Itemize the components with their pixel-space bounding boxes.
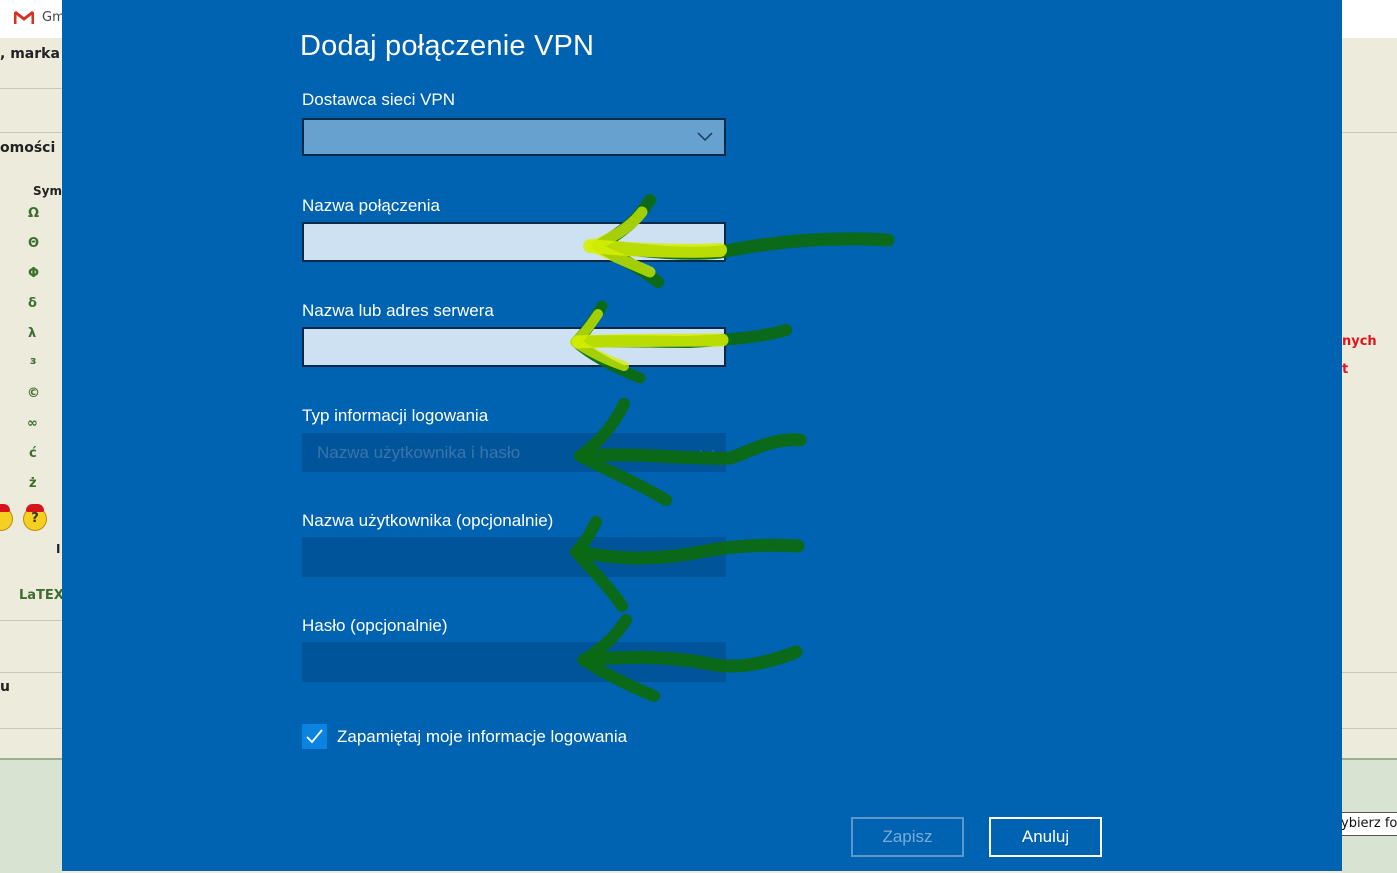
cancel-button[interactable]: Anuluj bbox=[989, 817, 1102, 857]
symbol-item[interactable]: з bbox=[30, 354, 36, 367]
login-type-label: Typ informacji logowania bbox=[302, 406, 489, 425]
emoji-question-icon[interactable]: ? bbox=[23, 504, 47, 531]
divider bbox=[0, 132, 62, 133]
symbol-item[interactable]: δ bbox=[28, 296, 37, 311]
remember-checkbox[interactable] bbox=[302, 724, 327, 749]
background-text: , marka bbox=[0, 46, 60, 62]
server-address-input[interactable] bbox=[302, 327, 726, 367]
symbol-item[interactable]: ż bbox=[29, 476, 37, 491]
connection-name-input[interactable] bbox=[302, 222, 726, 262]
provider-label: Dostawca sieci VPN bbox=[302, 90, 456, 109]
symbol-item[interactable]: λ bbox=[28, 326, 36, 341]
connection-name-label: Nazwa połączenia bbox=[302, 196, 440, 215]
divider bbox=[1342, 672, 1397, 673]
divider bbox=[1342, 728, 1397, 729]
checkmark-icon bbox=[306, 729, 323, 744]
symbols-header: Sym bbox=[33, 184, 62, 198]
background-right-panel bbox=[1342, 38, 1397, 758]
symbol-item[interactable]: © bbox=[27, 386, 40, 401]
font-select-label: ybierz fo bbox=[1341, 816, 1397, 831]
add-vpn-dialog: Dodaj połączenie VPN Dostawca sieci VPN … bbox=[62, 0, 1342, 871]
password-label: Hasło (opcjonalnie) bbox=[302, 616, 448, 635]
username-label: Nazwa użytkownika (opcjonalnie) bbox=[302, 511, 554, 530]
remember-label[interactable]: Zapamiętaj moje informacje logowania bbox=[337, 727, 627, 747]
divider bbox=[0, 88, 62, 89]
dialog-title: Dodaj połączenie VPN bbox=[300, 30, 595, 62]
chevron-down-icon bbox=[697, 132, 713, 142]
divider bbox=[1342, 132, 1397, 133]
background-left-footer bbox=[0, 758, 62, 873]
password-input[interactable] bbox=[302, 642, 726, 682]
username-input[interactable] bbox=[302, 537, 726, 577]
symbol-item[interactable]: Ω bbox=[28, 206, 39, 221]
font-select[interactable]: ybierz fo bbox=[1340, 812, 1397, 836]
symbol-item[interactable]: Θ bbox=[28, 236, 39, 251]
symbol-item[interactable]: ć bbox=[29, 446, 37, 461]
symbol-item[interactable]: Φ bbox=[28, 266, 39, 281]
chevron-down-icon bbox=[699, 449, 715, 459]
divider bbox=[0, 620, 62, 621]
gmail-icon bbox=[14, 10, 34, 24]
background-text: u bbox=[0, 679, 10, 695]
login-type-value: Nazwa użytkownika i hasło bbox=[317, 443, 521, 462]
latex-label[interactable]: LaTEX bbox=[19, 588, 64, 603]
background-red-text: nych bbox=[1342, 334, 1377, 349]
background-red-text: t bbox=[1342, 362, 1349, 377]
server-label: Nazwa lub adres serwera bbox=[302, 301, 494, 320]
symbol-item[interactable]: ∞ bbox=[27, 416, 38, 431]
background-heading: omości bbox=[0, 140, 56, 156]
vpn-provider-select[interactable] bbox=[302, 118, 726, 156]
save-button[interactable]: Zapisz bbox=[851, 817, 964, 857]
divider bbox=[0, 672, 62, 673]
login-type-select[interactable]: Nazwa użytkownika i hasło bbox=[302, 433, 726, 472]
divider bbox=[0, 728, 62, 729]
emoji-mark: ? bbox=[31, 511, 39, 526]
background-text: I bbox=[56, 542, 61, 556]
